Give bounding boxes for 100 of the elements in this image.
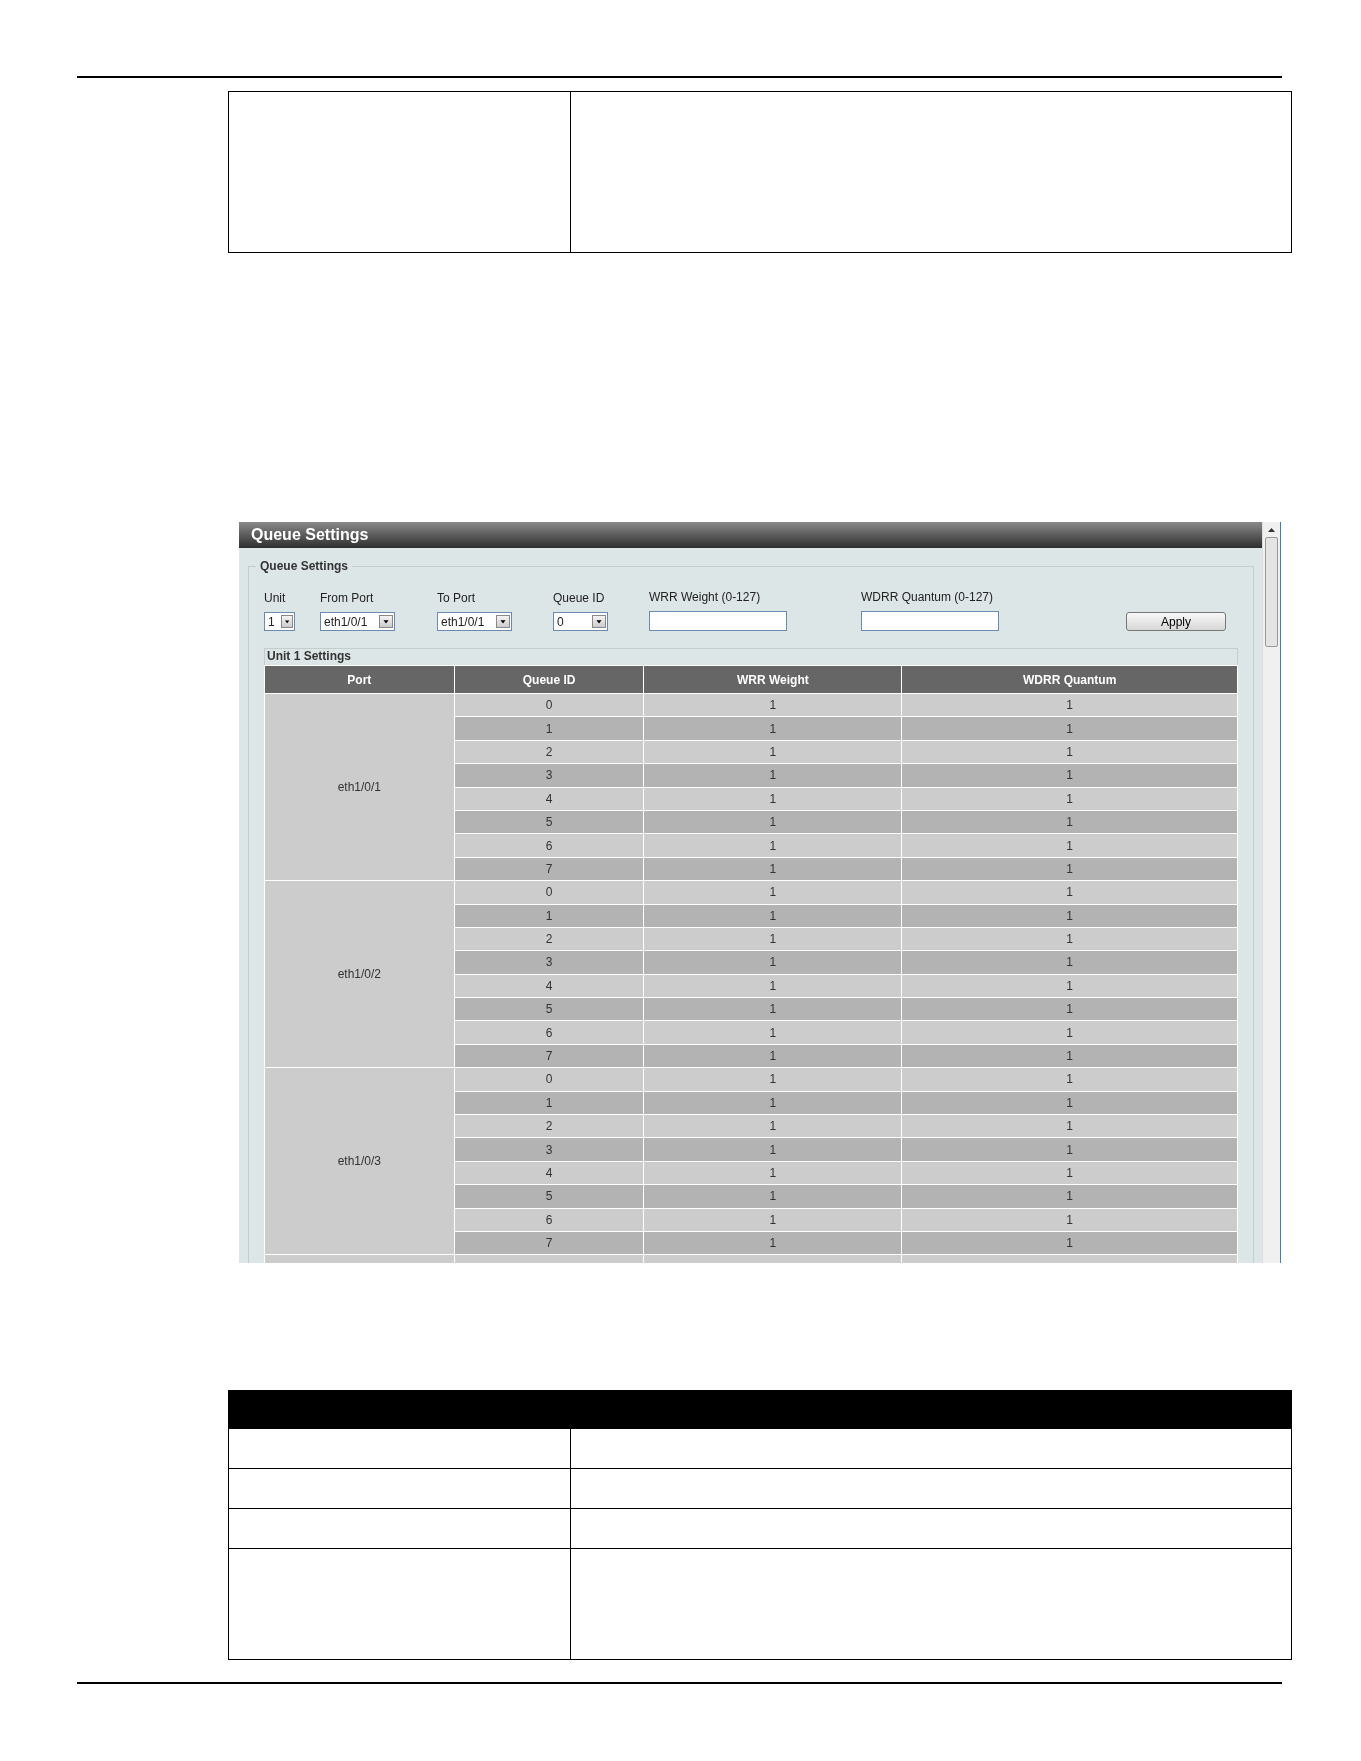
table-cell: 1	[901, 974, 1238, 998]
table-cell: 1	[643, 974, 902, 998]
table-cell: 1	[901, 1067, 1238, 1092]
table-cell: 1	[901, 740, 1238, 764]
field-label: Unit	[264, 591, 287, 605]
table-cell: 1	[643, 904, 902, 928]
table-cell: 3	[454, 950, 644, 975]
table-cell: 1	[901, 1184, 1238, 1209]
table-cell: 1	[643, 787, 902, 811]
table-cell: 7	[454, 1044, 644, 1068]
table-cell: 2	[454, 1114, 644, 1138]
table-cell: 1	[643, 927, 902, 951]
table-cell: 1	[901, 1114, 1238, 1138]
table-cell: 1	[643, 857, 902, 881]
table-cell: 1	[643, 1208, 902, 1232]
table-cell: 1	[454, 716, 644, 741]
column-header: WDRR Quantum	[901, 665, 1238, 694]
table-cell: 1	[643, 1161, 902, 1185]
table-cell: 1	[643, 763, 902, 788]
table-cell: 6	[454, 1208, 644, 1232]
table-cell: 1	[643, 1114, 902, 1138]
input-field[interactable]	[649, 611, 787, 631]
apply-button[interactable]: Apply	[1126, 612, 1226, 631]
caret-icon	[280, 615, 293, 628]
table-cell: 3	[454, 1137, 644, 1162]
table-cell: 3	[454, 763, 644, 788]
dropdown[interactable]: 0	[553, 612, 608, 631]
caret-icon	[379, 615, 393, 628]
field-label: WRR Weight (0-127)	[649, 590, 762, 604]
table-cell: 7	[454, 1231, 644, 1255]
table-cell: 1	[643, 1067, 902, 1092]
table-cell: 1	[643, 997, 902, 1021]
table-cell: 1	[643, 833, 902, 858]
caret-icon	[592, 615, 606, 628]
table-cell: 6	[454, 1020, 644, 1045]
table-cell: 1	[901, 1208, 1238, 1232]
input-field[interactable]	[861, 611, 999, 631]
table-cell: 1	[901, 950, 1238, 975]
column-header: WRR Weight	[643, 665, 902, 694]
table-cell: 1	[901, 997, 1238, 1021]
table-cell: 1	[901, 1091, 1238, 1115]
table-cell: 2	[454, 927, 644, 951]
table-cell: 1	[901, 833, 1238, 858]
table-cell: 1	[901, 716, 1238, 741]
table-cell: 1	[901, 1044, 1238, 1068]
caret-icon	[496, 615, 510, 628]
table-cell: 1	[901, 1231, 1238, 1255]
table-cell: 1	[901, 1020, 1238, 1045]
table-cell: 1	[901, 1161, 1238, 1185]
table-cell: 1	[454, 1091, 644, 1115]
table-cell: 0	[454, 1067, 644, 1092]
table-cell: 4	[454, 787, 644, 811]
table-cell: 1	[901, 904, 1238, 928]
table-cell: 5	[454, 1184, 644, 1209]
dropdown[interactable]: 1	[264, 612, 295, 631]
table-cell: 6	[454, 833, 644, 858]
scrollbar[interactable]	[1262, 522, 1280, 1263]
group-legend: Queue Settings	[256, 559, 352, 573]
table-cell: 1	[643, 1020, 902, 1045]
table-cell: eth1/0/3	[264, 1067, 455, 1255]
table-cell: 1	[643, 810, 902, 834]
table-cell: 1	[901, 880, 1238, 904]
table-cell: 2	[454, 740, 644, 764]
table-cell: 1	[901, 927, 1238, 951]
scrollbar-thumb[interactable]	[1265, 537, 1278, 647]
table-cell: 7	[454, 857, 644, 881]
table-cell: 0	[454, 693, 644, 717]
table-cell: 1	[643, 740, 902, 764]
table-cell: 1	[454, 904, 644, 928]
field-label: To Port	[437, 591, 476, 605]
table-cell: 5	[454, 810, 644, 834]
table-cell: eth1/0/1	[264, 693, 455, 881]
table-cell: 1	[901, 810, 1238, 834]
up-arrow-icon[interactable]	[1267, 526, 1276, 535]
table-cell: 1	[901, 1137, 1238, 1162]
table-cell: 1	[643, 1184, 902, 1209]
table-cell: 1	[643, 693, 902, 717]
table-cell: 1	[901, 857, 1238, 881]
table-cell: 0	[454, 880, 644, 904]
table-cell: 1	[901, 763, 1238, 788]
table-cell: 5	[454, 997, 644, 1021]
dropdown[interactable]: eth1/0/1	[320, 612, 395, 631]
table-cell: 1	[901, 787, 1238, 811]
column-header: Port	[264, 665, 455, 694]
table-cell: 1	[643, 716, 902, 741]
window-title: Queue Settings	[239, 522, 1262, 548]
field-label: WDRR Quantum (0-127)	[861, 590, 995, 604]
table-cell: 1	[643, 1137, 902, 1162]
table-cell: 1	[901, 693, 1238, 717]
table-cell: 1	[643, 1091, 902, 1115]
column-header: Queue ID	[454, 665, 644, 694]
dropdown[interactable]: eth1/0/1	[437, 612, 512, 631]
table-cell: 1	[643, 880, 902, 904]
field-label: Queue ID	[553, 591, 606, 605]
table-cell: eth1/0/2	[264, 880, 455, 1068]
table-cell: 4	[454, 1161, 644, 1185]
table-cell: 1	[643, 1044, 902, 1068]
table-cell: 4	[454, 974, 644, 998]
table-cell: 1	[643, 950, 902, 975]
field-label: From Port	[320, 591, 375, 605]
